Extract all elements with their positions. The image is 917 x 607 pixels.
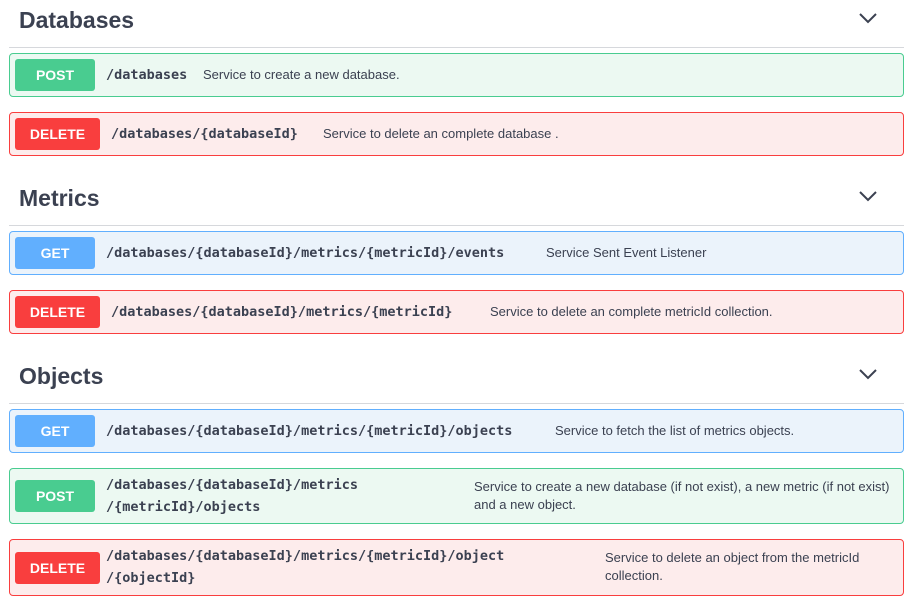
operation-delete-metric[interactable]: DELETE /databases/{databaseId}/metrics/{… xyxy=(9,290,904,334)
operation-path-line1[interactable]: /databases/{databaseId}/metrics/{metricI… xyxy=(106,545,504,567)
section-header-metrics[interactable]: Metrics xyxy=(9,179,904,226)
chevron-down-icon[interactable] xyxy=(858,11,878,25)
operation-path[interactable]: /databases xyxy=(106,64,187,86)
operation-description: Service Sent Event Listener xyxy=(546,245,707,260)
method-badge[interactable]: GET xyxy=(15,415,95,447)
operation-path[interactable]: /databases/{databaseId}/metrics/{metricI… xyxy=(111,301,452,323)
section-title: Objects xyxy=(19,363,104,389)
operation-description: Service to delete an complete metricId c… xyxy=(490,304,773,319)
section-header-databases[interactable]: Databases xyxy=(9,1,904,48)
operation-description: Service to delete an object from the met… xyxy=(605,550,860,583)
method-badge[interactable]: DELETE xyxy=(15,551,100,584)
operation-description: Service to create a new database (if not… xyxy=(474,479,890,512)
method-badge[interactable]: DELETE xyxy=(15,118,100,150)
operation-delete-database[interactable]: DELETE /databases/{databaseId} Service t… xyxy=(9,112,904,156)
method-badge[interactable]: POST xyxy=(15,59,95,91)
method-badge[interactable]: GET xyxy=(15,237,95,269)
section-title: Databases xyxy=(19,7,135,33)
operation-get-metric-events[interactable]: GET /databases/{databaseId}/metrics/{met… xyxy=(9,231,904,275)
operation-post-object[interactable]: POST /databases/{databaseId}/metrics /{m… xyxy=(9,468,904,524)
operation-description: Service to fetch the list of metrics obj… xyxy=(555,423,795,438)
operation-path[interactable]: /databases/{databaseId} xyxy=(111,123,298,145)
operation-post-databases[interactable]: POST /databases Service to create a new … xyxy=(9,53,904,97)
operation-path-line1[interactable]: /databases/{databaseId}/metrics xyxy=(106,474,358,496)
operation-get-objects[interactable]: GET /databases/{databaseId}/metrics/{met… xyxy=(9,409,904,453)
chevron-down-icon[interactable] xyxy=(858,367,878,381)
operation-path-line2[interactable]: /{objectId} xyxy=(106,567,195,589)
operation-path-line2[interactable]: /{metricId}/objects xyxy=(106,496,260,518)
chevron-down-icon[interactable] xyxy=(858,189,878,203)
operation-description: Service to delete an complete database . xyxy=(323,126,559,141)
method-badge[interactable]: POST xyxy=(15,480,95,512)
section-title: Metrics xyxy=(19,185,100,211)
operation-description: Service to create a new database. xyxy=(203,67,400,82)
operation-path[interactable]: /databases/{databaseId}/metrics/{metricI… xyxy=(106,420,512,442)
method-badge[interactable]: DELETE xyxy=(15,296,100,328)
operation-delete-object[interactable]: DELETE /databases/{databaseId}/metrics/{… xyxy=(9,539,904,596)
operation-path[interactable]: /databases/{databaseId}/metrics/{metricI… xyxy=(106,242,504,264)
section-header-objects[interactable]: Objects xyxy=(9,357,904,404)
